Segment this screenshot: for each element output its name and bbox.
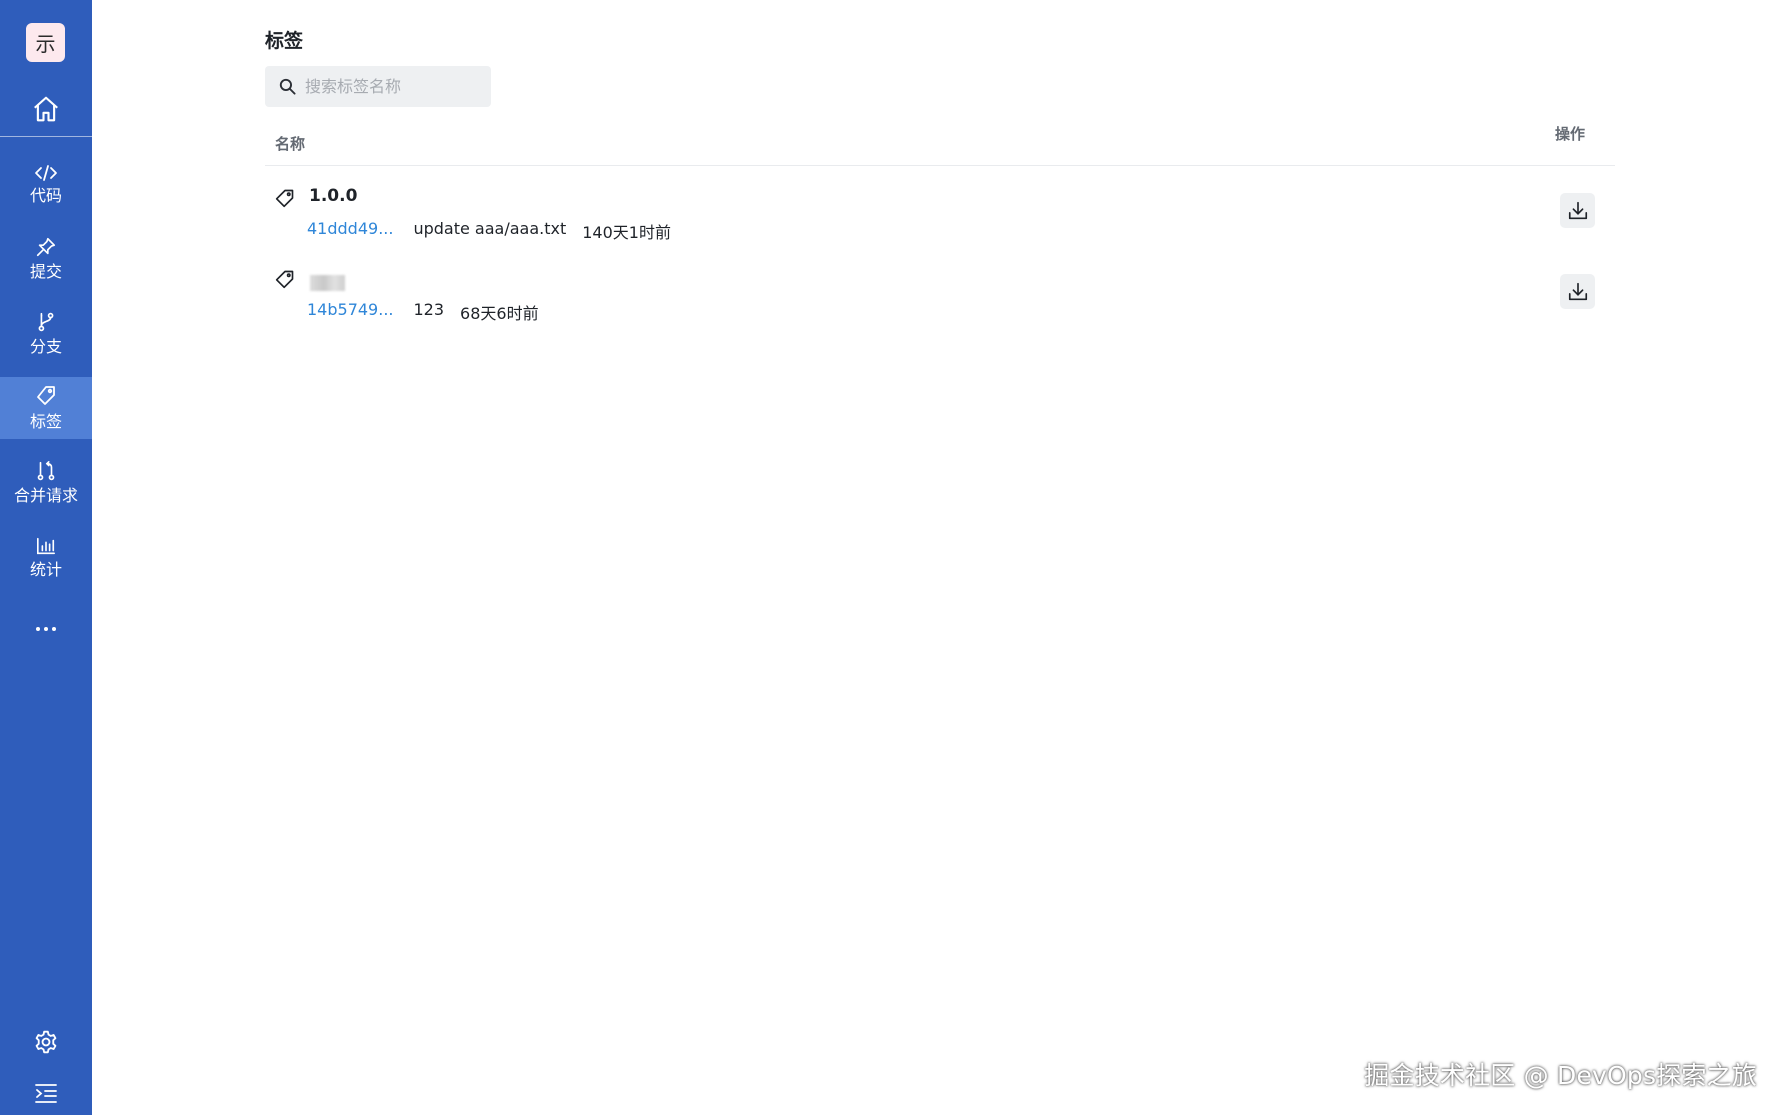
table-row: 1.0.0 41ddd49... update aaa/aaa.txt 140天… bbox=[265, 178, 1615, 256]
table-header: 名称 操作 bbox=[265, 118, 1615, 166]
commit-info: 41ddd49... update aaa/aaa.txt 140天1时前 bbox=[307, 219, 671, 243]
collapse-sidebar-button[interactable] bbox=[0, 1076, 92, 1110]
sidebar-item-label: 代码 bbox=[29, 186, 62, 205]
sidebar-item-label: 提交 bbox=[29, 262, 62, 281]
collapse-menu-icon bbox=[35, 1084, 57, 1103]
tag-name-blurred bbox=[310, 275, 345, 291]
sidebar-item-label: 标签 bbox=[29, 412, 62, 431]
settings-icon bbox=[35, 1030, 57, 1054]
sidebar-item-label: 分支 bbox=[29, 337, 62, 356]
sidebar-divider bbox=[0, 136, 92, 137]
download-button[interactable] bbox=[1560, 193, 1595, 228]
sidebar-item-stats[interactable]: 统计 bbox=[0, 527, 92, 589]
project-avatar[interactable]: 示 bbox=[26, 23, 65, 62]
sidebar: 示 代码 提交 分支 标签 合并请求 统计 bbox=[0, 0, 92, 1115]
sidebar-item-commits[interactable]: 提交 bbox=[0, 228, 92, 290]
download-icon bbox=[1568, 282, 1587, 300]
commit-message: update aaa/aaa.txt bbox=[413, 219, 567, 238]
commit-info: 14b5749... 123 68天6时前 bbox=[307, 300, 539, 324]
watermark: 掘金技术社区 @ DevOps探索之旅 bbox=[1364, 1061, 1757, 1090]
bar-chart-icon bbox=[37, 537, 56, 555]
commit-time: 140天1时前 bbox=[582, 223, 671, 242]
column-header-name: 名称 bbox=[275, 135, 306, 153]
tag-icon bbox=[37, 386, 55, 405]
commit-message: 123 bbox=[413, 300, 445, 319]
home-icon bbox=[34, 96, 58, 122]
sidebar-item-code[interactable]: 代码 bbox=[0, 154, 92, 216]
sidebar-item-merge-requests[interactable]: 合并请求 bbox=[0, 452, 92, 514]
code-icon bbox=[35, 165, 57, 181]
more-button[interactable] bbox=[0, 616, 92, 642]
column-header-action: 操作 bbox=[1554, 125, 1585, 143]
branch-icon bbox=[38, 312, 54, 332]
tag-name: 1.0.0 bbox=[309, 186, 358, 206]
search-input[interactable] bbox=[305, 77, 485, 96]
commit-time: 68天6时前 bbox=[460, 304, 539, 323]
download-icon bbox=[1568, 201, 1587, 219]
pin-icon bbox=[36, 237, 56, 257]
tag-icon bbox=[275, 189, 294, 208]
project-avatar-text: 示 bbox=[35, 32, 56, 56]
tag-icon bbox=[275, 270, 294, 289]
more-dot bbox=[36, 627, 40, 631]
table-row: 14b5749... 123 68天6时前 bbox=[265, 259, 1615, 337]
search-box[interactable] bbox=[265, 66, 491, 107]
commit-hash-link[interactable]: 41ddd49... bbox=[307, 219, 393, 243]
search-icon bbox=[279, 78, 296, 95]
settings-button[interactable] bbox=[0, 1025, 92, 1059]
download-button[interactable] bbox=[1560, 274, 1595, 309]
sidebar-item-branches[interactable]: 分支 bbox=[0, 303, 92, 365]
commit-hash-link[interactable]: 14b5749... bbox=[307, 300, 394, 324]
sidebar-item-tags[interactable]: 标签 bbox=[0, 377, 92, 439]
more-dot bbox=[52, 627, 56, 631]
page-title: 标签 bbox=[265, 30, 304, 52]
more-dot bbox=[44, 627, 48, 631]
sidebar-item-label: 合并请求 bbox=[13, 486, 78, 505]
merge-request-icon bbox=[37, 461, 55, 481]
sidebar-item-label: 统计 bbox=[29, 560, 62, 579]
home-button[interactable] bbox=[0, 86, 92, 132]
